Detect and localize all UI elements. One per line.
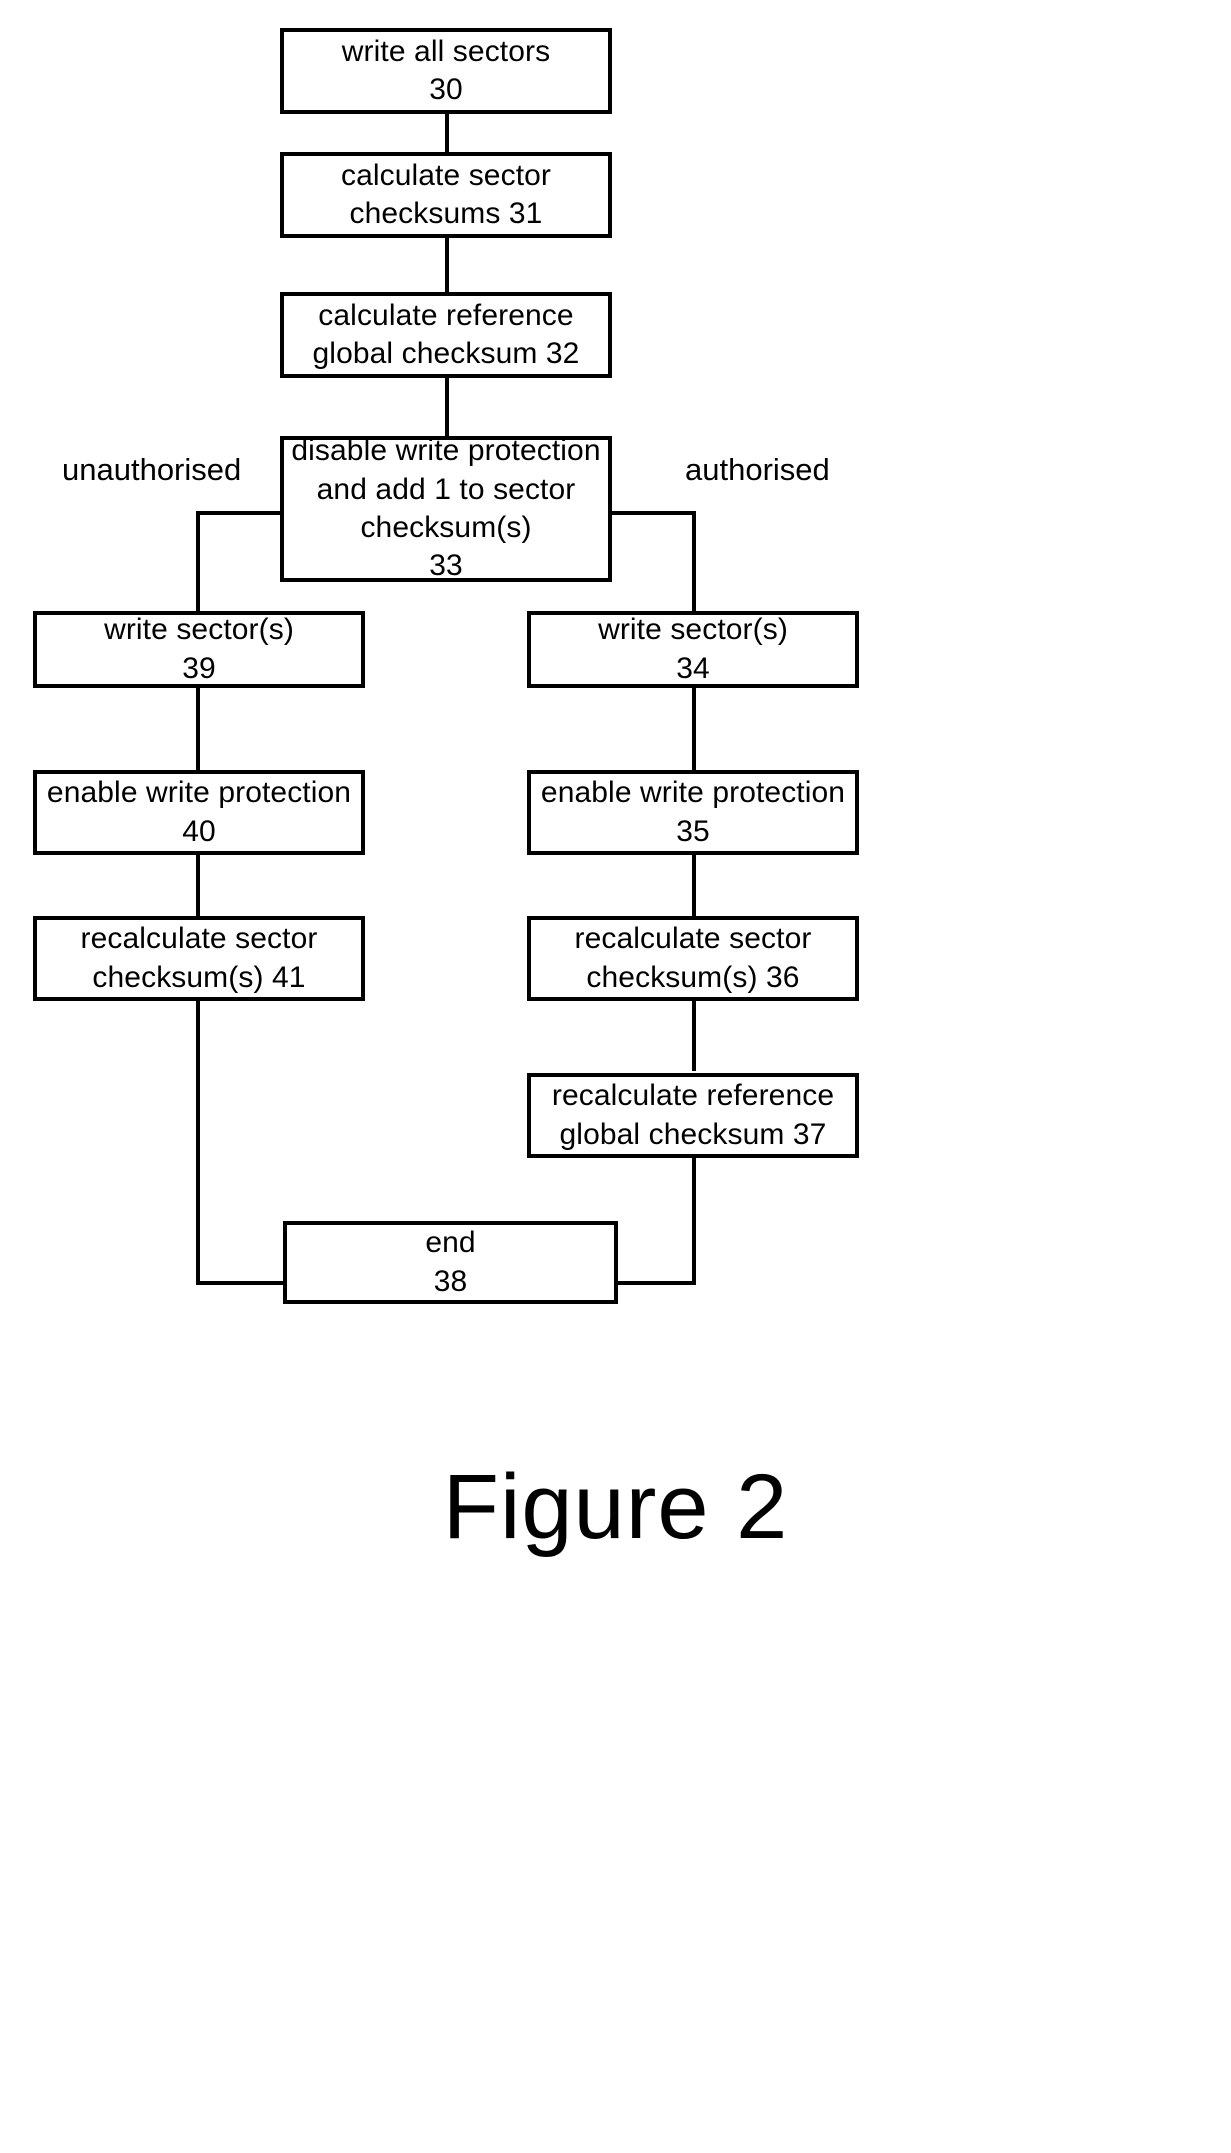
node-recalculate-reference-global-checksum-37[interactable]: recalculate reference global checksum 37 (527, 1073, 859, 1158)
node-write-sectors-39[interactable]: write sector(s) 39 (33, 611, 365, 688)
branch-label-unauthorised: unauthorised (62, 452, 242, 487)
connector-35-to-36 (692, 853, 696, 916)
node-35-line-2: 35 (676, 814, 710, 848)
node-40-line-1: enable write protection (46, 776, 352, 810)
node-enable-write-protection-40[interactable]: enable write protection 40 (33, 770, 365, 855)
connector-39-to-40 (196, 684, 200, 770)
connector-33-right-vertical (692, 511, 696, 615)
connector-right-to-end-horizontal (610, 1281, 696, 1285)
node-32-line-2: global checksum 32 (312, 337, 580, 370)
node-disable-write-protection-33[interactable]: disable write protection and add 1 to se… (280, 434, 612, 583)
node-41-line-1: recalculate sector (80, 922, 318, 956)
connector-31-to-32 (445, 234, 449, 298)
node-calculate-sector-checksums-31[interactable]: calculate sector checksums 31 (280, 152, 612, 238)
node-37-line-2: global checksum 37 (559, 1117, 827, 1151)
node-31-line-1: calculate sector (340, 158, 552, 192)
node-40-line-2: 40 (182, 814, 216, 848)
node-39-line-2: 39 (182, 651, 216, 685)
node-write-sectors-34[interactable]: write sector(s) 34 (527, 611, 859, 688)
connector-34-to-35 (692, 686, 696, 770)
node-write-all-sectors-30[interactable]: write all sectors 30 (280, 28, 612, 114)
node-33-line-2: and add 1 to sector (316, 472, 576, 506)
node-36-line-1: recalculate sector (574, 922, 812, 956)
node-recalculate-sector-checksum-41[interactable]: recalculate sector checksum(s) 41 (33, 916, 365, 1001)
connector-33-right-horizontal (608, 511, 696, 515)
figure-canvas: write all sectors 30 calculate sector ch… (0, 0, 1231, 2153)
connector-33-left-horizontal (196, 511, 286, 515)
node-32-line-1: calculate reference (318, 298, 574, 332)
connector-left-to-end-horizontal (196, 1281, 288, 1285)
connector-37-to-end (692, 1157, 696, 1285)
node-34-line-1: write sector(s) (598, 613, 788, 647)
node-34-line-2: 34 (676, 651, 710, 685)
node-end-38[interactable]: end 38 (283, 1221, 618, 1304)
node-33-line-3: checksum(s) (360, 511, 532, 544)
node-30-line-2: 30 (429, 73, 463, 106)
node-38-line-2: 38 (433, 1264, 468, 1298)
figure-caption: Figure 2 (442, 1456, 789, 1558)
node-31-line-2: checksums 31 (349, 197, 543, 230)
node-38-line-1: end (425, 1226, 476, 1260)
node-30-line-1: write all sectors (341, 34, 551, 68)
node-calculate-reference-global-checksum-32[interactable]: calculate reference global checksum 32 (280, 292, 612, 378)
connector-41-to-end (196, 999, 200, 1285)
node-33-line-4: 33 (429, 549, 463, 583)
connector-36-to-37 (692, 999, 696, 1071)
branch-label-authorised: authorised (685, 452, 830, 487)
node-35-line-1: enable write protection (540, 776, 846, 810)
node-36-line-2: checksum(s) 36 (586, 960, 800, 994)
connector-32-to-33 (445, 374, 449, 440)
node-enable-write-protection-35[interactable]: enable write protection 35 (527, 770, 859, 855)
node-recalculate-sector-checksum-36[interactable]: recalculate sector checksum(s) 36 (527, 916, 859, 1001)
connector-40-to-41 (196, 853, 200, 916)
node-39-line-1: write sector(s) (104, 613, 294, 647)
node-37-line-1: recalculate reference (551, 1079, 835, 1113)
node-33-line-1: disable write protection (291, 434, 601, 468)
connector-33-left-vertical (196, 511, 200, 615)
node-41-line-2: checksum(s) 41 (92, 960, 306, 994)
